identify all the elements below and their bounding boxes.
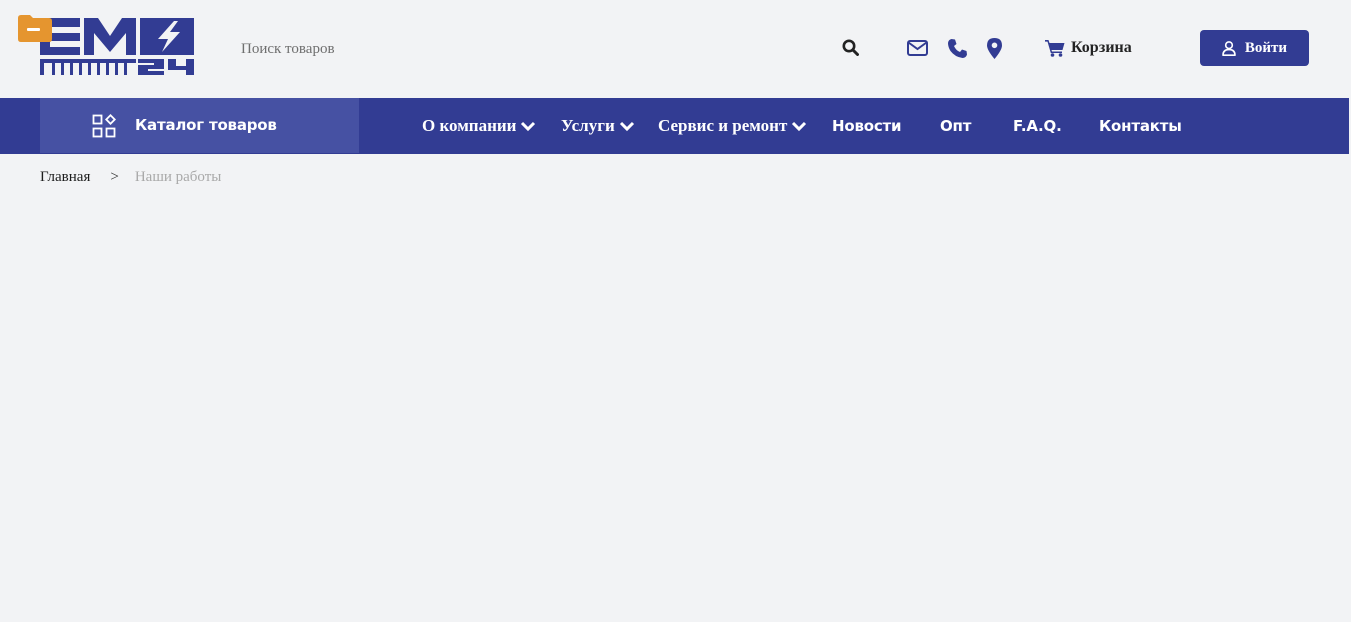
nav-item-news[interactable]: Новости: [832, 98, 902, 154]
nav-item-label: Опт: [940, 117, 972, 135]
breadcrumb: Главная > Наши работы: [40, 167, 221, 187]
chevron-down-icon: [521, 121, 536, 132]
search-icon: [842, 39, 859, 56]
logo[interactable]: [40, 18, 194, 75]
nav-item-about[interactable]: О компании: [422, 98, 536, 154]
nav-item-label: F.A.Q.: [1013, 117, 1062, 135]
nav-item-faq[interactable]: F.A.Q.: [1013, 98, 1062, 154]
phone-link[interactable]: [946, 36, 968, 60]
nav-item-wholesale[interactable]: Опт: [940, 98, 971, 154]
folder-icon[interactable]: [16, 15, 53, 42]
main-nav: Каталог товаров О компании Услуги Сервис…: [0, 98, 1349, 154]
catalog-grid-icon: [92, 114, 116, 138]
nav-item-label: Контакты: [1099, 117, 1182, 135]
login-button[interactable]: Войти: [1200, 30, 1309, 66]
search-input[interactable]: [241, 38, 861, 60]
chevron-down-icon: [619, 121, 634, 132]
nav-item-contacts[interactable]: Контакты: [1099, 98, 1182, 154]
phone-icon: [947, 38, 967, 58]
breadcrumb-current: Наши работы: [134, 168, 222, 185]
catalog-button[interactable]: Каталог товаров: [40, 98, 359, 153]
user-icon: [1222, 40, 1236, 56]
envelope-icon: [906, 40, 928, 56]
nav-item-label: О компании: [422, 116, 517, 135]
email-link[interactable]: [906, 36, 928, 60]
login-label: Войти: [1244, 39, 1288, 56]
nav-item-label: Новости: [832, 117, 902, 135]
site-header: Корзина Войти: [0, 0, 1351, 98]
nav-item-service-repair[interactable]: Сервис и ремонт: [658, 98, 807, 154]
map-marker-icon: [986, 37, 1002, 59]
cart-icon: [1045, 40, 1065, 57]
breadcrumb-home-link[interactable]: Главная: [40, 169, 90, 186]
nav-item-label: Услуги: [561, 116, 615, 135]
cart-label: Корзина: [1071, 39, 1132, 56]
nav-item-services[interactable]: Услуги: [561, 98, 635, 154]
breadcrumb-separator: >: [110, 168, 119, 185]
nav-item-label: Сервис и ремонт: [658, 116, 788, 135]
cart-button[interactable]: Корзина: [1045, 36, 1132, 60]
catalog-label: Каталог товаров: [135, 116, 277, 134]
chevron-down-icon: [792, 121, 807, 132]
search-button[interactable]: [838, 36, 862, 58]
location-link[interactable]: [985, 36, 1003, 60]
